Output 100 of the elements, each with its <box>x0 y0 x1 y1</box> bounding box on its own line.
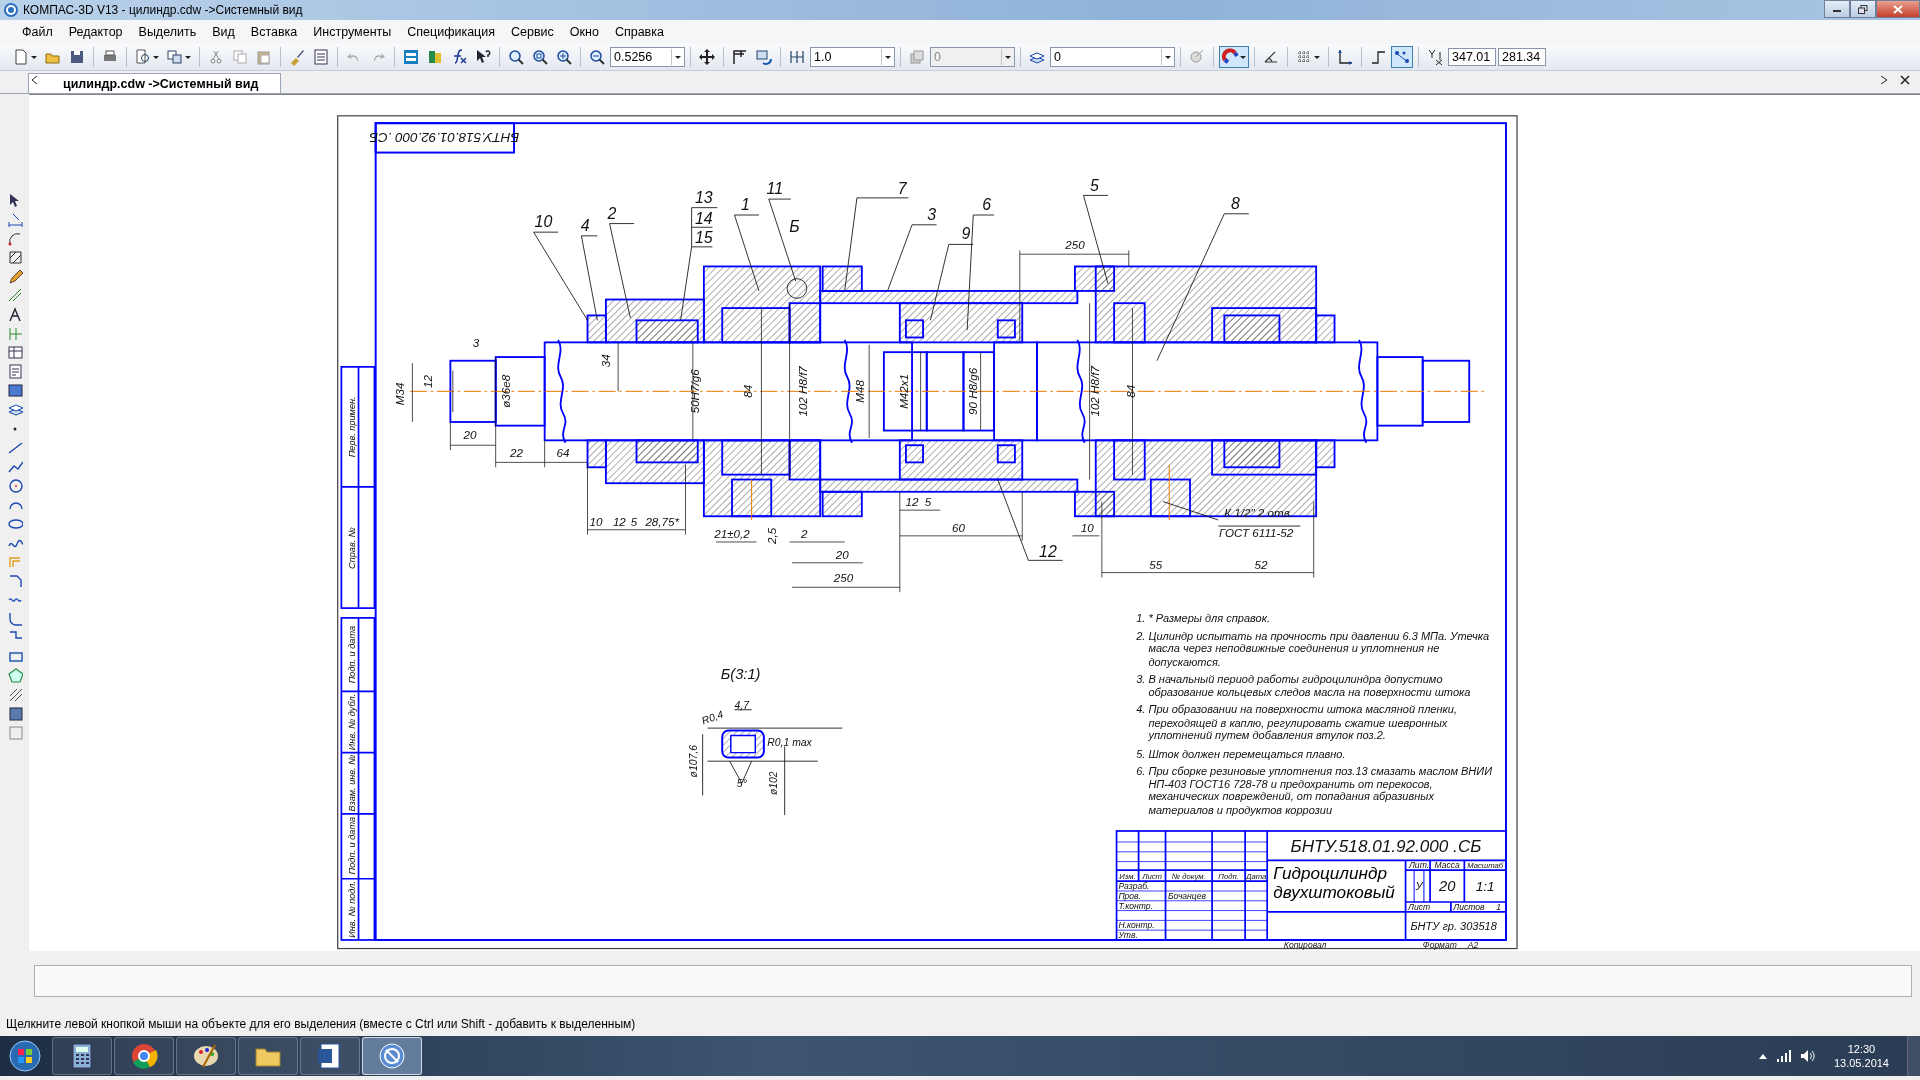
position-number: 10 <box>534 213 553 231</box>
dimension-value: 50H7/g6 <box>687 369 701 414</box>
document-tab[interactable]: цилиндр.cdw ->Системный вид <box>28 73 282 93</box>
sheets-label: Листов <box>1453 902 1485 912</box>
dimension-value: ГОСТ 6111-52 <box>1219 526 1294 540</box>
dropdown-field[interactable]: 1.0 <box>810 47 895 67</box>
technical-note: 3. В начальный период работы гидроцилиндра допустимо образование кольцевых следов масла на поверхности штока <box>1136 673 1472 699</box>
mass-value: 20 <box>1439 878 1456 894</box>
dimension-value: М34 <box>392 382 406 406</box>
menu-item[interactable]: Сервис <box>503 23 562 41</box>
dimension-value: R0,1 max <box>767 737 812 749</box>
letter-value: У <box>1415 879 1423 892</box>
organization-label: БНТУ гр. 303518 <box>1410 920 1497 933</box>
signer-name: Бочанцев <box>1168 890 1206 901</box>
dimension-value: 34 <box>598 354 612 368</box>
menu-item[interactable]: Редактор <box>60 23 131 41</box>
dimension-value: 250 <box>833 571 854 585</box>
dimension-value: R0,4 <box>700 708 725 727</box>
stamp-label: Подп. и дата <box>346 625 357 684</box>
menu-item[interactable]: Окно <box>561 23 607 41</box>
copied-label: Копировал <box>1283 939 1327 950</box>
dimension-value: 12 <box>612 515 626 529</box>
sheet-label: Лист <box>1408 902 1431 912</box>
column-label: Масса <box>1434 860 1460 871</box>
position-number: 6 <box>982 196 992 214</box>
dimension-value: 21±0,2 <box>714 527 750 541</box>
table-header-label: Изм. <box>1119 871 1136 881</box>
position-number: 4 <box>580 216 590 234</box>
dimension-value: M42x1 <box>897 373 911 409</box>
detail-title: Б(3:1) <box>720 666 761 683</box>
dimension-value: 4,7 <box>734 699 750 711</box>
dimension-value: 20 <box>835 548 849 562</box>
position-number: 13 <box>695 188 713 206</box>
position-number: 7 <box>897 180 907 198</box>
role-label: Утв. <box>1118 930 1138 941</box>
input-field[interactable]: 347.01 <box>1448 48 1496 66</box>
drawing-name: Гидроцилиндр двухштоковый <box>1273 862 1396 902</box>
position-number: 9 <box>961 225 971 243</box>
position-number: 2 <box>607 204 617 222</box>
dimension-value: 250 <box>1065 238 1085 252</box>
position-number: 5 <box>1090 176 1099 194</box>
dropdown-field[interactable]: 0.5256 <box>610 47 685 67</box>
dimension-value: 102 H8/f7 <box>795 366 809 417</box>
dimension-value: 3 <box>472 336 480 350</box>
dimension-value: 10 <box>589 515 603 529</box>
dimension-value: 52 <box>1254 557 1268 571</box>
position-number: 1 <box>741 196 750 214</box>
dropdown-field[interactable]: 0 <box>1050 47 1175 67</box>
position-number: 3 <box>927 205 937 223</box>
dimension-value: 60 <box>952 521 966 535</box>
technical-note: 2. Цилиндр испытать на прочность при давлении 6.3 МПа. Утечка масла через неподвижные соединения и уплотнения не допускаются. <box>1136 629 1491 669</box>
position-number: 14 <box>695 209 713 227</box>
format-value: А2 <box>1467 939 1479 950</box>
dimension-value: 28,75* <box>645 515 680 529</box>
menu-item[interactable]: Выделить <box>130 23 205 41</box>
dimension-value: M48 <box>853 380 867 403</box>
menu-item[interactable]: Файл <box>14 23 61 41</box>
clock[interactable]: 12:30 13.05.2014 <box>1823 1042 1899 1070</box>
dimension-value: 5 <box>630 515 638 529</box>
input-field[interactable]: 281.34 <box>1498 48 1546 66</box>
position-number: Б <box>789 218 800 236</box>
status-message: Щелкните левой кнопкой мыши на объекте для его выделения (вместе с Ctrl или Shift - добавить к выделенным) <box>6 1016 636 1031</box>
column-label: Масштаб <box>1467 861 1504 871</box>
role-label: Н.контр. <box>1118 920 1155 931</box>
dimension-value: 2 <box>801 527 808 541</box>
menu-item[interactable]: Справка <box>606 23 672 41</box>
dimension-value: 84 <box>1123 384 1137 398</box>
position-number: 12 <box>1039 542 1057 560</box>
stamp-label: Инв. № дубл. <box>346 693 357 751</box>
stamp-label: Справ. № <box>346 527 357 569</box>
position-number: 11 <box>766 180 784 198</box>
dimension-value: 55 <box>1149 557 1163 571</box>
dimension-value: 22 <box>510 446 523 460</box>
dimension-value: ø36e8 <box>499 374 513 408</box>
sheets-value: 1 <box>1496 902 1501 912</box>
stamp-label: Инв. № подл. <box>346 880 357 938</box>
dimension-value: ø107,6 <box>687 745 699 778</box>
dimension-value: 12 <box>905 495 919 509</box>
menu-item[interactable]: Инструменты <box>305 23 400 41</box>
table-header-label: Дата <box>1246 871 1267 881</box>
dimension-value: 102 H8/f7 <box>1088 366 1102 417</box>
technical-note: 4. При образовании на поверхности штока масляной пленки, переходящей в каплю, регулировать сжатие шевронных уплотнений путем добавления втулок поз.2. <box>1136 703 1458 743</box>
position-number: 8 <box>1230 194 1240 212</box>
stamp-designation: БНТУ.518.01.92.000 .СБ <box>369 129 520 145</box>
role-label: Пров. <box>1118 890 1141 901</box>
menu-item[interactable]: Вставка <box>242 23 306 41</box>
dimension-value: 64 <box>556 446 570 460</box>
table-header-label: Подп. <box>1218 871 1239 881</box>
scale-value: 1:1 <box>1475 879 1495 894</box>
role-label: Т.контр. <box>1118 900 1153 911</box>
stamp-label: Перв. примен. <box>346 396 357 458</box>
dimension-value: 84 <box>740 384 754 398</box>
dimension-value: 5 <box>924 495 932 509</box>
table-header-label: Лист <box>1142 871 1162 881</box>
stamp-label: Подп. и дата <box>346 816 357 875</box>
technical-note: 1. * Размеры для справок. <box>1136 611 1271 625</box>
menu-item[interactable]: Спецификация <box>399 23 504 41</box>
menu-item[interactable]: Вид <box>204 23 243 41</box>
window-title: КОМПАС-3D V13 - цилиндр.cdw ->Системный вид <box>23 3 303 17</box>
role-label: Разраб. <box>1118 881 1150 892</box>
